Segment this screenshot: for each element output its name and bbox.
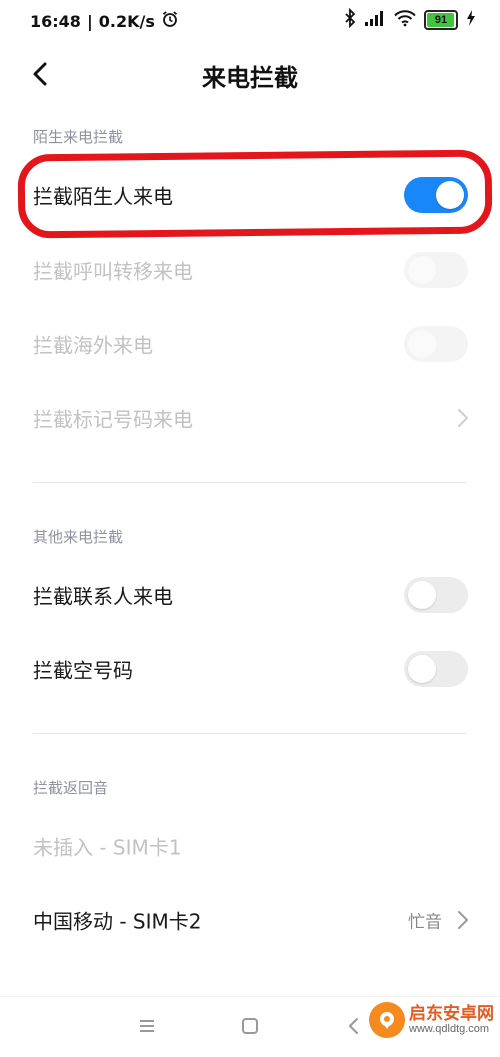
watermark-title: 启东安卓网: [409, 1003, 494, 1024]
chevron-right-icon: [458, 911, 468, 929]
watermark: 启东安卓网 www.qdldtg.com: [369, 1002, 494, 1038]
toggle-knob: [408, 256, 436, 284]
status-left: 16:48 | 0.2K/s: [30, 10, 179, 32]
status-time: 16:48: [30, 11, 81, 31]
bluetooth-icon: [344, 7, 356, 32]
row-label: 拦截联系人来电: [33, 584, 173, 609]
wifi-icon: [394, 9, 416, 31]
section-header-stranger: 陌生来电拦截: [33, 128, 124, 146]
toggle-knob: [408, 581, 436, 609]
toggle-block-forwarded: [404, 252, 468, 288]
highlight-annotation: [17, 149, 493, 239]
row-block-empty-numbers[interactable]: 拦截空号码: [0, 632, 500, 706]
row-block-marked: 拦截标记号码来电: [0, 381, 500, 455]
row-label: 未插入 - SIM卡1: [33, 835, 182, 860]
home-icon[interactable]: [239, 1015, 261, 1037]
row-block-overseas: 拦截海外来电: [0, 307, 500, 381]
battery-icon: 91: [424, 10, 458, 30]
toggle-block-overseas: [404, 326, 468, 362]
chevron-right-icon: [458, 409, 468, 427]
toggle-block-contacts[interactable]: [404, 577, 468, 613]
status-separator: |: [86, 11, 93, 31]
back-nav-icon[interactable]: [343, 1015, 365, 1037]
alarm-icon: [161, 10, 179, 32]
status-right: 91: [344, 7, 476, 32]
watermark-logo: [369, 1002, 405, 1038]
signal-icon: [364, 9, 386, 31]
toggle-knob: [408, 655, 436, 683]
row-label: 拦截标记号码来电: [33, 407, 193, 432]
row-label: 拦截海外来电: [33, 333, 153, 358]
row-label: 拦截空号码: [33, 658, 133, 683]
row-label: 中国移动 - SIM卡2: [33, 909, 202, 934]
row-block-contacts[interactable]: 拦截联系人来电: [0, 558, 500, 632]
status-bar: 16:48 | 0.2K/s 91: [0, 0, 500, 42]
charging-icon: [466, 9, 476, 31]
section-header-tone: 拦截返回音: [33, 779, 109, 797]
row-sim1-tone: 未插入 - SIM卡1: [0, 809, 500, 883]
toggle-block-empty-numbers[interactable]: [404, 651, 468, 687]
section-header-other: 其他来电拦截: [33, 528, 124, 546]
watermark-url: www.qdldtg.com: [409, 1023, 490, 1036]
toggle-knob: [408, 330, 436, 358]
row-block-forwarded: 拦截呼叫转移来电: [0, 233, 500, 307]
tone-value: 忙音: [408, 912, 442, 933]
battery-level: 91: [434, 14, 448, 26]
status-net-speed: 0.2K/s: [98, 11, 155, 31]
section-divider: [33, 482, 467, 483]
row-label: 拦截呼叫转移来电: [33, 259, 193, 284]
row-sim2-tone[interactable]: 中国移动 - SIM卡2 忙音: [0, 883, 500, 957]
menu-icon[interactable]: [136, 1015, 158, 1037]
page-title: 来电拦截: [202, 64, 298, 92]
app-bar: 来电拦截: [0, 42, 500, 112]
section-divider: [33, 733, 467, 734]
